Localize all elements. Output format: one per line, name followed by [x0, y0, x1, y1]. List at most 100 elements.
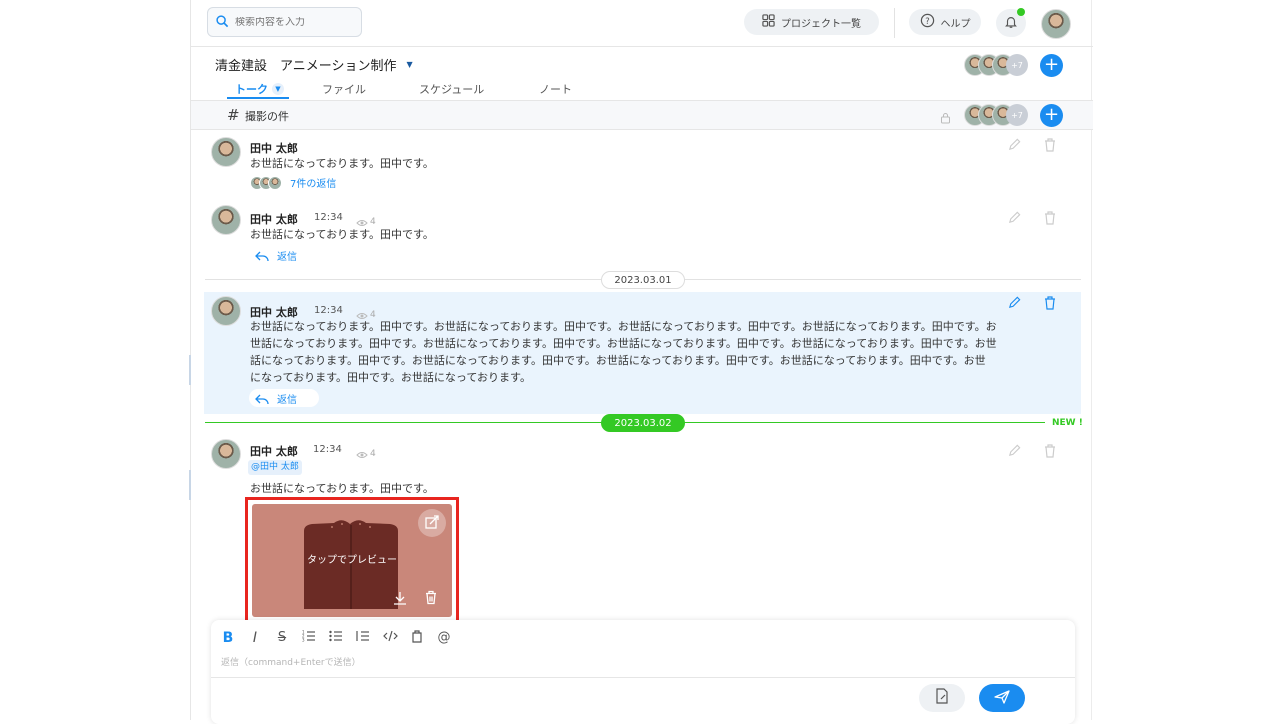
format-toolbar: B I S 123 @: [221, 629, 451, 646]
tab-talk-label: トーク: [235, 83, 268, 96]
trash-icon[interactable]: [1043, 443, 1057, 463]
search-input[interactable]: [235, 16, 355, 28]
tab-dropdown-icon[interactable]: ▼: [272, 83, 284, 95]
bell-icon: [1004, 15, 1018, 32]
send-button[interactable]: [979, 684, 1025, 712]
reply-arrow-icon: [255, 246, 269, 265]
scroll-marker: [189, 470, 191, 500]
external-link-icon: [425, 514, 439, 533]
download-icon[interactable]: [392, 590, 408, 610]
help-label: ヘルプ: [940, 18, 971, 30]
italic-icon[interactable]: I: [248, 630, 262, 646]
project-list-button[interactable]: プロジェクト一覧: [744, 9, 879, 35]
message-author: 田中 太郎: [250, 445, 298, 458]
mention-tag[interactable]: @田中 太郎: [248, 460, 302, 475]
trash-icon[interactable]: [1043, 210, 1057, 230]
scroll-marker: [189, 355, 191, 385]
project-members[interactable]: +7: [964, 54, 1028, 76]
project-title: 清金建設 アニメーション制作: [215, 59, 397, 74]
send-icon: [994, 689, 1010, 708]
message-text: お世話になっております。田中です。: [250, 157, 434, 170]
svg-text:?: ?: [925, 16, 929, 26]
message-avatar[interactable]: [211, 439, 241, 469]
ordered-list-icon[interactable]: 123: [302, 630, 316, 645]
edit-icon[interactable]: [1007, 210, 1022, 229]
tab-files[interactable]: ファイル: [322, 81, 366, 97]
search-box[interactable]: [207, 7, 362, 37]
message-time: 12:34: [313, 444, 342, 455]
channel-name: 撮影の件: [245, 110, 289, 123]
reply-button[interactable]: 返信: [249, 389, 319, 407]
preview-label: タップでプレビュー: [307, 555, 397, 566]
notification-button[interactable]: [996, 8, 1026, 37]
thread-replies[interactable]: 7件の返信: [250, 175, 336, 190]
views-value: 4: [370, 448, 376, 459]
message-author: 田中 太郎: [250, 142, 298, 155]
message-avatar[interactable]: [211, 205, 241, 235]
svg-text:3: 3: [302, 638, 305, 643]
message-item: 田中 太郎 12:34 4 @田中 太郎 お世話になっております。田中です。 タ…: [191, 434, 1093, 624]
tab-schedule[interactable]: スケジュール: [419, 81, 484, 97]
eye-icon: [356, 444, 368, 463]
message-avatar[interactable]: [211, 137, 241, 167]
message-text: お世話になっております。田中です。: [250, 482, 434, 495]
blockquote-icon[interactable]: [356, 630, 370, 645]
trash-icon[interactable]: [1043, 137, 1057, 157]
header-separator: [191, 46, 1093, 47]
add-member-button[interactable]: +: [1040, 54, 1063, 77]
reply-button[interactable]: 返信: [255, 246, 297, 265]
member-overflow-badge: +7: [1006, 104, 1028, 126]
message-text: お世話になっております。田中です。お世話になっております。田中です。お世話になっ…: [250, 318, 1030, 386]
attachment-highlight-frame: タップでプレビュー: [245, 497, 459, 624]
header-divider: [894, 8, 895, 38]
bold-icon[interactable]: B: [221, 630, 235, 646]
message-text-line: になっております。田中です。お世話になっております。: [250, 371, 531, 384]
search-icon: [216, 13, 229, 32]
notification-dot: [1017, 8, 1025, 16]
add-channel-member-button[interactable]: +: [1040, 104, 1063, 127]
file-upload-button[interactable]: [919, 684, 965, 712]
bullet-list-icon[interactable]: [329, 630, 343, 645]
image-attachment[interactable]: タップでプレビュー: [252, 504, 452, 617]
message-text-line: お世話になっております。田中です。お世話になっております。田中です。お世話になっ…: [250, 320, 997, 333]
message-item-highlighted: 田中 太郎 12:34 4 お世話になっております。田中です。お世話になっており…: [204, 292, 1081, 414]
message-text-line: 話になっております。田中です。お世話になっております。田中です。お世話になってお…: [250, 354, 986, 367]
channel-bar: # 撮影の件 +7 +: [191, 100, 1093, 130]
strikethrough-icon[interactable]: S: [275, 630, 289, 645]
active-tab-indicator: [227, 97, 289, 99]
date-chip: 2023.03.01: [601, 271, 685, 289]
composer-input[interactable]: 返信（command+Enterで送信）: [221, 655, 361, 668]
reply-label: 返信: [277, 252, 297, 263]
message-time: 12:34: [314, 305, 343, 316]
channel-members[interactable]: +7: [964, 104, 1028, 126]
new-label: NEW !: [1052, 418, 1083, 428]
mention-icon[interactable]: @: [437, 630, 451, 645]
tab-notes[interactable]: ノート: [539, 81, 572, 97]
views-count: 4: [356, 444, 376, 463]
message-item: 田中 太郎 12:34 4 お世話になっております。田中です。 返信: [191, 200, 1093, 270]
code-icon[interactable]: [383, 630, 398, 645]
help-button[interactable]: ? ヘルプ: [909, 9, 981, 35]
edit-icon[interactable]: [1007, 137, 1022, 156]
trash-icon[interactable]: [1043, 295, 1057, 315]
message-time: 12:34: [314, 212, 343, 223]
message-item: 田中 太郎 お世話になっております。田中です。 7件の返信: [191, 131, 1093, 201]
user-avatar[interactable]: [1041, 9, 1071, 39]
open-external-button[interactable]: [418, 509, 446, 537]
attachment-icon[interactable]: [410, 629, 424, 646]
trash-icon[interactable]: [424, 589, 438, 610]
tab-talk[interactable]: トーク ▼: [235, 81, 284, 97]
grid-icon: [762, 14, 775, 30]
message-avatar[interactable]: [211, 296, 241, 326]
edit-icon[interactable]: [1007, 295, 1022, 314]
help-icon: ?: [920, 13, 935, 31]
lock-icon: [940, 109, 951, 128]
edit-icon[interactable]: [1007, 443, 1022, 462]
message-text-line: 世話になっております。田中です。お世話になっております。田中です。お世話になって…: [250, 337, 997, 350]
project-title-row[interactable]: 清金建設 アニメーション制作 ▼: [215, 55, 413, 74]
reply-arrow-icon: [255, 389, 269, 408]
message-author: 田中 太郎: [250, 213, 298, 226]
composer-divider: [211, 677, 1075, 678]
member-overflow-badge: +7: [1006, 54, 1028, 76]
replies-count-link: 7件の返信: [290, 179, 337, 190]
